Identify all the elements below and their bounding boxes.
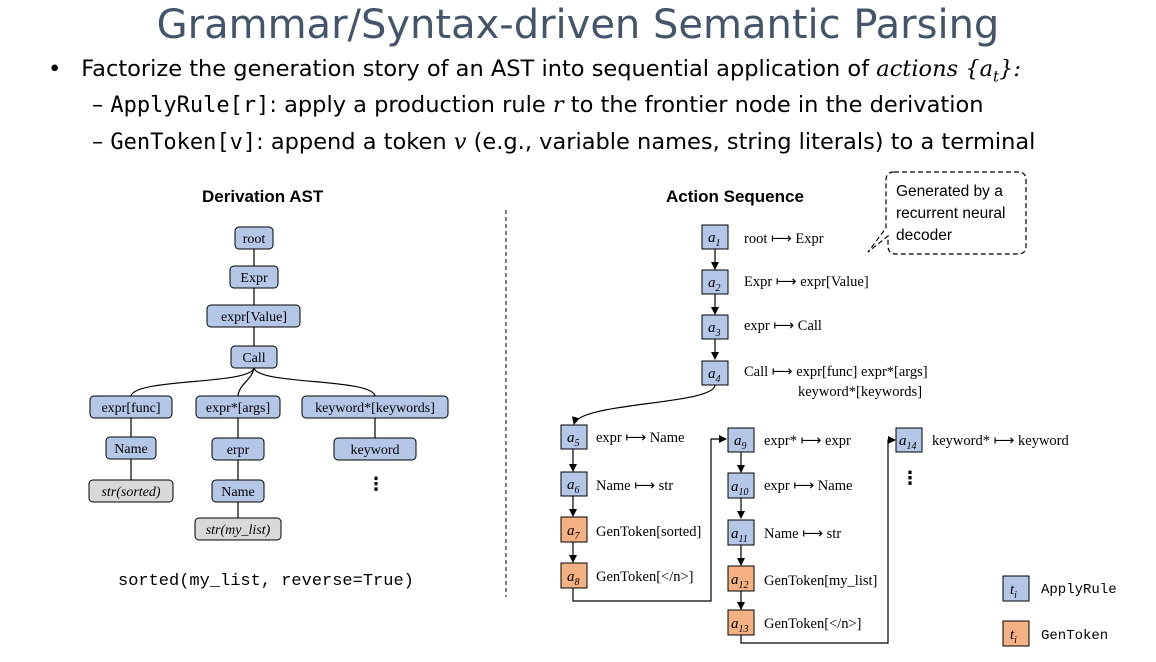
action-rule-a4-cont: keyword*[keywords] [798,384,922,400]
action-rule-a11: Name ⟼ str [764,526,841,542]
callout-line: decoder [896,227,952,244]
ast-tree: root Expr expr[Value] Call expr[func] ex… [88,226,449,541]
callout-line: Generated by a [896,183,1003,200]
ast-node-keywords-label: keyword*[keywords] [315,401,435,416]
action-rule-a14: keyword* ⟼ keyword [932,433,1070,449]
diagram-canvas: root Expr expr[Value] Call expr[func] ex… [88,171,1117,647]
action-rule-a1: root ⟼ Expr [744,231,824,247]
legend-label-gentoken: GenToken [1041,628,1108,644]
ast-terminal-mylist-label: str(my_list) [206,523,271,538]
ast-node-erpr-label: erpr [227,443,250,458]
seq-arrow [572,384,716,425]
ast-terminal-sorted-label: str(sorted) [101,485,160,500]
action-sequence: Generated by a recurrent neural decoder … [560,171,1070,644]
ast-node-args-label: expr*[args] [206,401,270,416]
ast-ellipsis: ⋮ [367,474,385,495]
callout-line: recurrent neural [896,205,1005,222]
action-rule-a4: Call ⟼ expr[func] expr*[args] [744,364,928,380]
ast-node-func-label: expr[func] [101,401,160,416]
action-rule-a8: GenToken[</n>] [596,569,693,585]
ast-node-keyword-label: keyword [351,443,400,458]
ast-node-value-label: expr[Value] [221,310,287,325]
ast-node-root-label: root [243,232,266,247]
ast-node-name2-label: Name [221,485,254,500]
action-rule-a3: expr ⟼ Call [744,318,822,334]
ast-node-expr-label: Expr [240,271,268,286]
action-rule-a9: expr* ⟼ expr [764,433,851,449]
action-rule-a6: Name ⟼ str [596,478,673,494]
action-rule-a10: expr ⟼ Name [764,478,852,494]
action-rule-a12: GenToken[my_list] [764,573,877,589]
ast-edge [253,367,376,397]
ast-node-name-label: Name [114,442,147,457]
legend: ti ApplyRule ti GenToken [1002,575,1117,647]
legend-label-applyrule: ApplyRule [1041,582,1117,598]
action-rule-a2: Expr ⟼ expr[Value] [744,274,869,290]
action-rule-a13: GenToken[</n>] [764,616,861,632]
ast-node-call-label: Call [242,351,265,366]
action-rule-a7: GenToken[sorted] [596,524,701,540]
action-rule-a5: expr ⟼ Name [596,430,684,446]
action-ellipsis: ⋮ [901,468,919,489]
ast-edge [237,367,255,397]
ast-edge [130,367,255,397]
